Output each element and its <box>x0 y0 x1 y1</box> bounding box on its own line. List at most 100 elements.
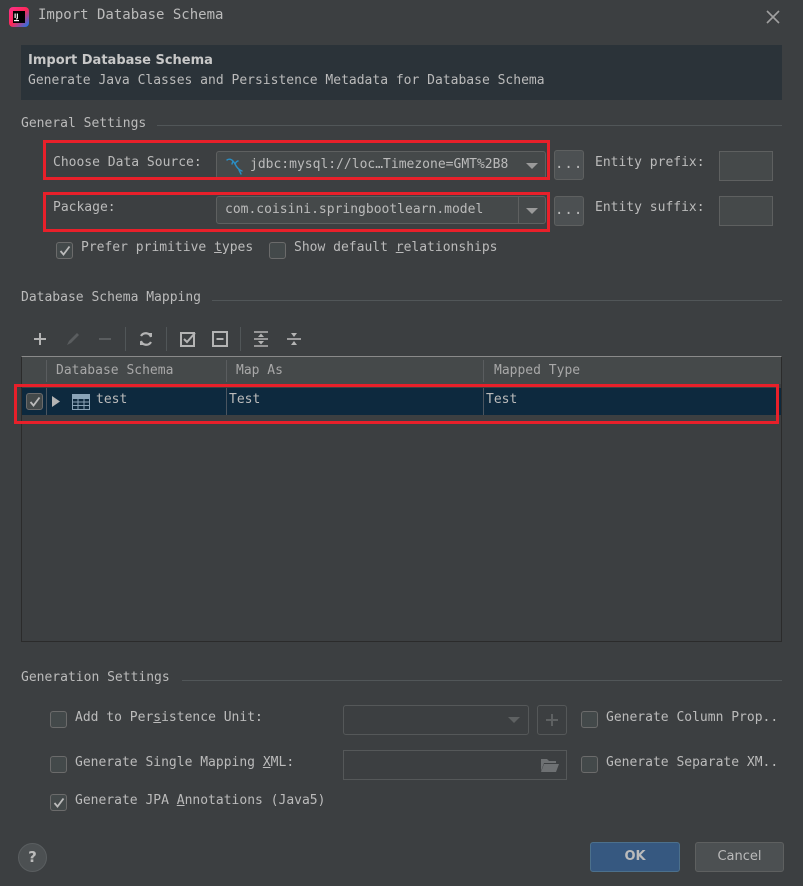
add-to-persistence-unit-label[interactable]: Add to Persistence Unit: <box>75 710 263 725</box>
show-default-relationships-checkbox[interactable] <box>269 242 286 259</box>
generation-settings-title: Generation Settings <box>21 670 170 685</box>
table-header: Database Schema Map As Mapped Type <box>22 357 781 384</box>
column-divider <box>226 388 227 415</box>
mnemonic: A <box>176 793 185 808</box>
label-part: istence Unit: <box>161 710 263 725</box>
package-combobox[interactable]: com.coisini.springbootlearn.model <box>216 196 546 224</box>
checkmark-icon <box>59 245 71 256</box>
column-header-map-as[interactable]: Map As <box>236 363 283 378</box>
table-icon <box>72 394 90 414</box>
banner-title: Import Database Schema <box>28 53 213 68</box>
entity-prefix-input[interactable] <box>719 151 773 181</box>
column-divider <box>46 360 47 382</box>
label-part: Prefer primitive <box>81 240 215 255</box>
section-divider <box>212 300 782 301</box>
chevron-down-icon <box>526 163 538 169</box>
unselect-all-icon[interactable] <box>210 329 230 349</box>
package-label: Package: <box>53 200 116 215</box>
chevron-down-icon <box>526 208 538 214</box>
cell-mapped-type[interactable]: Test <box>486 392 517 407</box>
close-button[interactable] <box>764 8 782 26</box>
jpa-annotations-checkbox[interactable] <box>50 794 67 811</box>
data-source-browse-button[interactable]: ... <box>554 150 584 180</box>
package-browse-button[interactable]: ... <box>554 196 584 226</box>
show-default-relationships-label[interactable]: Show default relationships <box>294 240 498 255</box>
prefer-primitive-checkbox[interactable] <box>56 242 73 259</box>
jpa-annotations-label[interactable]: Generate JPA Annotations (Java5) <box>75 793 325 808</box>
mysql-dolphin-icon <box>225 157 245 179</box>
mnemonic: r <box>395 240 404 255</box>
column-header-mapped-type[interactable]: Mapped Type <box>494 363 580 378</box>
prefer-primitive-label[interactable]: Prefer primitive types <box>81 240 253 255</box>
toolbar-separator <box>240 327 241 351</box>
label-part: elationships <box>403 240 498 255</box>
banner-subtitle: Generate Java Classes and Persistence Me… <box>28 73 545 88</box>
mnemonic: t <box>214 240 222 255</box>
edit-icon[interactable] <box>63 329 83 349</box>
add-icon <box>546 714 558 726</box>
cancel-button[interactable]: Cancel <box>695 842 784 872</box>
mapping-section-title: Database Schema Mapping <box>21 290 202 305</box>
checkmark-icon <box>53 797 65 808</box>
label-part: Generate Single Mapping <box>75 755 263 770</box>
entity-prefix-label: Entity prefix: <box>595 155 705 170</box>
window-title: Import Database Schema <box>38 7 224 23</box>
folder-icon[interactable] <box>540 757 560 777</box>
toolbar-separator <box>125 327 126 351</box>
label-part: Generate JPA <box>75 793 177 808</box>
select-all-icon[interactable] <box>178 329 198 349</box>
single-mapping-xml-label[interactable]: Generate Single Mapping XML: <box>75 755 294 770</box>
add-icon[interactable] <box>30 329 50 349</box>
schema-mapping-table: Database Schema Map As Mapped Type test … <box>21 356 782 642</box>
label-part: Show default <box>294 240 396 255</box>
label-part: ypes <box>221 240 254 255</box>
generate-column-props-checkbox[interactable] <box>581 711 598 728</box>
generate-column-props-label[interactable]: Generate Column Prop.. <box>606 710 778 725</box>
label-part: Add to Per <box>75 710 154 725</box>
ok-button[interactable]: OK <box>590 842 680 872</box>
section-divider <box>157 125 782 126</box>
generate-separate-xml-label[interactable]: Generate Separate XM.. <box>606 755 778 770</box>
label-part: ML: <box>270 755 295 770</box>
chevron-down-icon <box>508 717 520 723</box>
entity-suffix-label: Entity suffix: <box>595 200 705 215</box>
collapse-all-icon[interactable] <box>284 329 304 349</box>
mapping-xml-path-field[interactable] <box>343 750 567 780</box>
column-divider <box>483 360 484 382</box>
mnemonic: X <box>262 755 271 770</box>
expand-all-icon[interactable] <box>251 329 271 349</box>
mnemonic: s <box>153 710 162 725</box>
label-part: nnotations (Java5) <box>184 793 326 808</box>
add-to-persistence-unit-checkbox[interactable] <box>50 711 67 728</box>
column-header-database-schema[interactable]: Database Schema <box>56 363 173 378</box>
cell-map-as[interactable]: Test <box>229 392 260 407</box>
cell-database-schema: test <box>96 392 128 407</box>
row-checkbox[interactable] <box>26 393 43 410</box>
column-divider <box>226 360 227 382</box>
persistence-unit-combobox[interactable] <box>343 705 529 735</box>
data-source-label: Choose Data Source: <box>53 155 202 170</box>
general-settings-title: General Settings <box>21 116 147 131</box>
intellij-idea-icon: IJ <box>9 7 29 27</box>
checkmark-icon <box>29 396 41 407</box>
package-value: com.coisini.springbootlearn.model <box>225 202 484 217</box>
help-button[interactable]: ? <box>18 843 47 872</box>
refresh-icon[interactable] <box>136 329 156 349</box>
add-persistence-unit-button[interactable] <box>537 705 567 735</box>
entity-suffix-input[interactable] <box>719 196 773 226</box>
svg-text:IJ: IJ <box>14 13 18 20</box>
column-divider <box>46 388 47 415</box>
expand-arrow-icon[interactable] <box>51 396 61 411</box>
table-row[interactable]: test Test Test <box>22 388 781 415</box>
close-icon <box>766 10 780 24</box>
column-divider <box>483 388 484 415</box>
combo-divider <box>518 197 519 223</box>
header-banner: Import Database Schema Generate Java Cla… <box>21 45 782 100</box>
toolbar-separator <box>166 327 167 351</box>
data-source-combobox[interactable]: jdbc:mysql://loc…Timezone=GMT%2B8 <box>216 151 546 179</box>
single-mapping-xml-checkbox[interactable] <box>50 756 67 773</box>
section-divider <box>182 680 782 681</box>
data-source-value: jdbc:mysql://loc…Timezone=GMT%2B8 <box>250 157 509 172</box>
generate-separate-xml-checkbox[interactable] <box>581 756 598 773</box>
remove-icon[interactable] <box>95 329 115 349</box>
